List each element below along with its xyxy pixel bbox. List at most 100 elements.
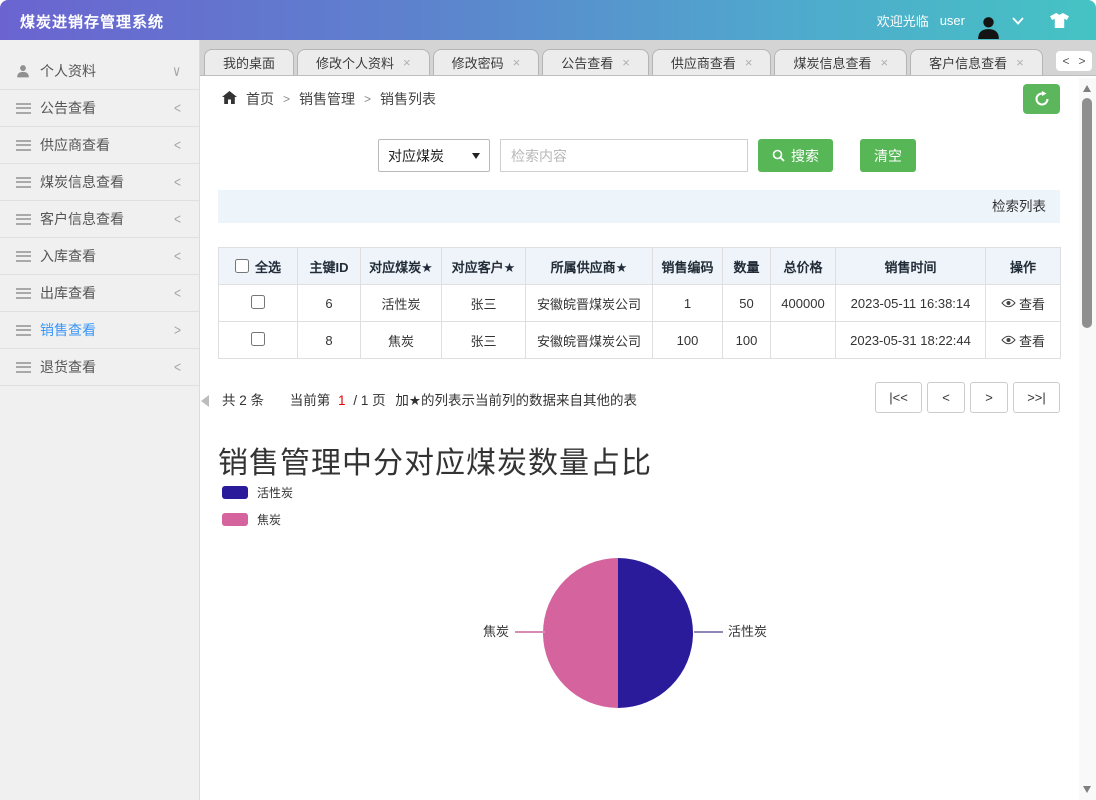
tab-edit-profile[interactable]: 修改个人资料 × — [297, 49, 430, 75]
cell-total-price — [770, 321, 836, 359]
close-icon[interactable]: × — [622, 55, 630, 70]
scroll-down-arrow[interactable] — [1083, 786, 1091, 793]
chevron-down-icon[interactable] — [1012, 13, 1024, 28]
column-header-id: 主键ID — [297, 247, 361, 285]
sidebar-item-customer-info[interactable]: 客户信息查看 < — [0, 201, 199, 238]
tab-customer-info[interactable]: 客户信息查看 × — [910, 49, 1043, 75]
sidebar-item-sales[interactable]: 销售查看 > — [0, 312, 199, 349]
sidebar-item-label: 供应商查看 — [40, 137, 110, 153]
menu-icon — [16, 324, 40, 336]
cell-quantity: 100 — [722, 321, 771, 359]
clear-button-label: 清空 — [874, 147, 902, 164]
vertical-scrollbar[interactable] — [1079, 78, 1096, 800]
legend-swatch — [222, 513, 248, 526]
sidebar-item-inbound[interactable]: 入库查看 < — [0, 238, 199, 275]
cell-sale-code: 100 — [652, 321, 723, 359]
close-icon[interactable]: × — [745, 55, 753, 70]
chevron-right-icon: > — [173, 321, 181, 339]
column-header-customer: 对应客户★ — [441, 247, 526, 285]
breadcrumb-sales-management[interactable]: 销售管理 — [299, 89, 355, 109]
eye-icon — [1001, 298, 1016, 308]
search-icon — [772, 149, 785, 162]
close-icon[interactable]: × — [403, 55, 411, 70]
tabs-scroll-left-button[interactable]: < — [1058, 54, 1074, 68]
menu-icon — [16, 287, 40, 299]
pie-slice-label-activated-carbon: 活性炭 — [728, 624, 768, 639]
tabs-scroll-right-button[interactable]: > — [1074, 54, 1090, 68]
menu-icon — [16, 361, 40, 373]
select-all-checkbox[interactable] — [234, 259, 249, 273]
view-link[interactable]: 查看 — [1001, 331, 1045, 350]
tab-suppliers[interactable]: 供应商查看 × — [651, 49, 772, 75]
menu-icon — [16, 213, 40, 225]
last-page-button[interactable]: >>| — [1013, 382, 1060, 413]
sidebar-collapse-handle[interactable] — [201, 385, 217, 417]
cell-customer: 张三 — [441, 284, 526, 322]
row-checkbox[interactable] — [251, 294, 265, 309]
search-field-select[interactable]: 对应煤炭 — [378, 139, 490, 172]
tab-label: 修改个人资料 — [316, 56, 395, 71]
clear-button[interactable]: 清空 — [860, 139, 916, 172]
total-count-text: 共 2 条 — [222, 393, 265, 408]
first-page-button[interactable]: |<< — [875, 382, 922, 413]
tab-change-password[interactable]: 修改密码 × — [432, 49, 540, 75]
tab-announcements[interactable]: 公告查看 × — [542, 49, 649, 75]
next-page-button[interactable]: > — [970, 382, 1008, 413]
sidebar-item-coal-info[interactable]: 煤炭信息查看 < — [0, 164, 199, 201]
row-checkbox[interactable] — [251, 331, 265, 346]
topbar: 煤炭进销存管理系统 欢迎光临 user — [0, 0, 1096, 40]
pie-chart[interactable] — [543, 558, 693, 708]
menu-icon — [16, 139, 40, 151]
sidebar-item-profile[interactable]: 个人资料 ∨ — [0, 53, 199, 90]
cell-customer: 张三 — [441, 321, 526, 359]
sidebar-item-returns[interactable]: 退货查看 < — [0, 349, 199, 386]
sidebar-item-announcements[interactable]: 公告查看 < — [0, 90, 199, 127]
legend-label: 活性炭 — [257, 486, 294, 500]
cell-total-price: 400000 — [770, 284, 836, 322]
menu-icon — [16, 250, 40, 262]
close-icon[interactable]: × — [513, 55, 521, 70]
sidebar-item-outbound[interactable]: 出库查看 < — [0, 275, 199, 312]
menu-icon — [16, 176, 40, 188]
legend-swatch — [222, 486, 248, 499]
refresh-icon — [1035, 91, 1048, 106]
view-link[interactable]: 查看 — [1001, 294, 1045, 313]
legend-item-coke[interactable]: 焦炭 — [222, 511, 293, 528]
current-page-number: 1 — [338, 393, 346, 408]
table-header-row: 全选 主键ID 对应煤炭★ 对应客户★ 所属供应商★ 销售编码 数量 总价格 销… — [218, 247, 1061, 285]
refresh-button[interactable] — [1023, 84, 1060, 114]
pagination-controls: |<< < > >>| — [875, 382, 1060, 413]
home-icon — [222, 91, 237, 107]
tab-label: 客户信息查看 — [929, 56, 1008, 71]
search-input[interactable] — [500, 139, 748, 172]
chevron-left-icon: < — [173, 173, 181, 191]
star-note: 加★的列表示当前列的数据来自其他的表 — [395, 393, 637, 408]
search-button[interactable]: 搜索 — [758, 139, 833, 172]
column-header-supplier: 所属供应商★ — [525, 247, 653, 285]
pie-chart-area: 焦炭 活性炭 — [200, 558, 1060, 718]
scroll-up-arrow[interactable] — [1083, 85, 1091, 92]
close-icon[interactable]: × — [880, 55, 888, 70]
welcome-text: 欢迎光临 — [876, 13, 929, 29]
table-row: 6 活性炭 张三 安徽皖晋煤炭公司 1 50 400000 2023-05-11… — [218, 284, 1061, 322]
cell-id: 8 — [297, 321, 361, 359]
legend-item-activated-carbon[interactable]: 活性炭 — [222, 484, 293, 501]
scrollbar-thumb[interactable] — [1082, 98, 1092, 328]
username[interactable]: user — [940, 13, 965, 28]
user-icon — [16, 64, 40, 78]
tab-my-desktop[interactable]: 我的桌面 — [204, 49, 295, 75]
cell-sale-time: 2023-05-31 18:22:44 — [835, 321, 986, 359]
shirt-icon[interactable] — [1049, 12, 1070, 29]
cell-coal: 焦炭 — [360, 321, 442, 359]
breadcrumb-home[interactable]: 首页 — [246, 89, 274, 109]
sidebar-item-label: 客户信息查看 — [40, 211, 124, 227]
prev-page-button[interactable]: < — [927, 382, 965, 413]
sidebar: 个人资料 ∨ 公告查看 < 供应商查看 < 煤炭信息查看 < 客户信息查看 < … — [0, 40, 200, 800]
chevron-left-icon: < — [173, 99, 181, 117]
cell-quantity: 50 — [722, 284, 771, 322]
avatar[interactable] — [976, 0, 1001, 40]
pie-leader-line — [515, 631, 545, 633]
close-icon[interactable]: × — [1016, 55, 1024, 70]
sidebar-item-suppliers[interactable]: 供应商查看 < — [0, 127, 199, 164]
tab-coal-info[interactable]: 煤炭信息查看 × — [774, 49, 908, 75]
